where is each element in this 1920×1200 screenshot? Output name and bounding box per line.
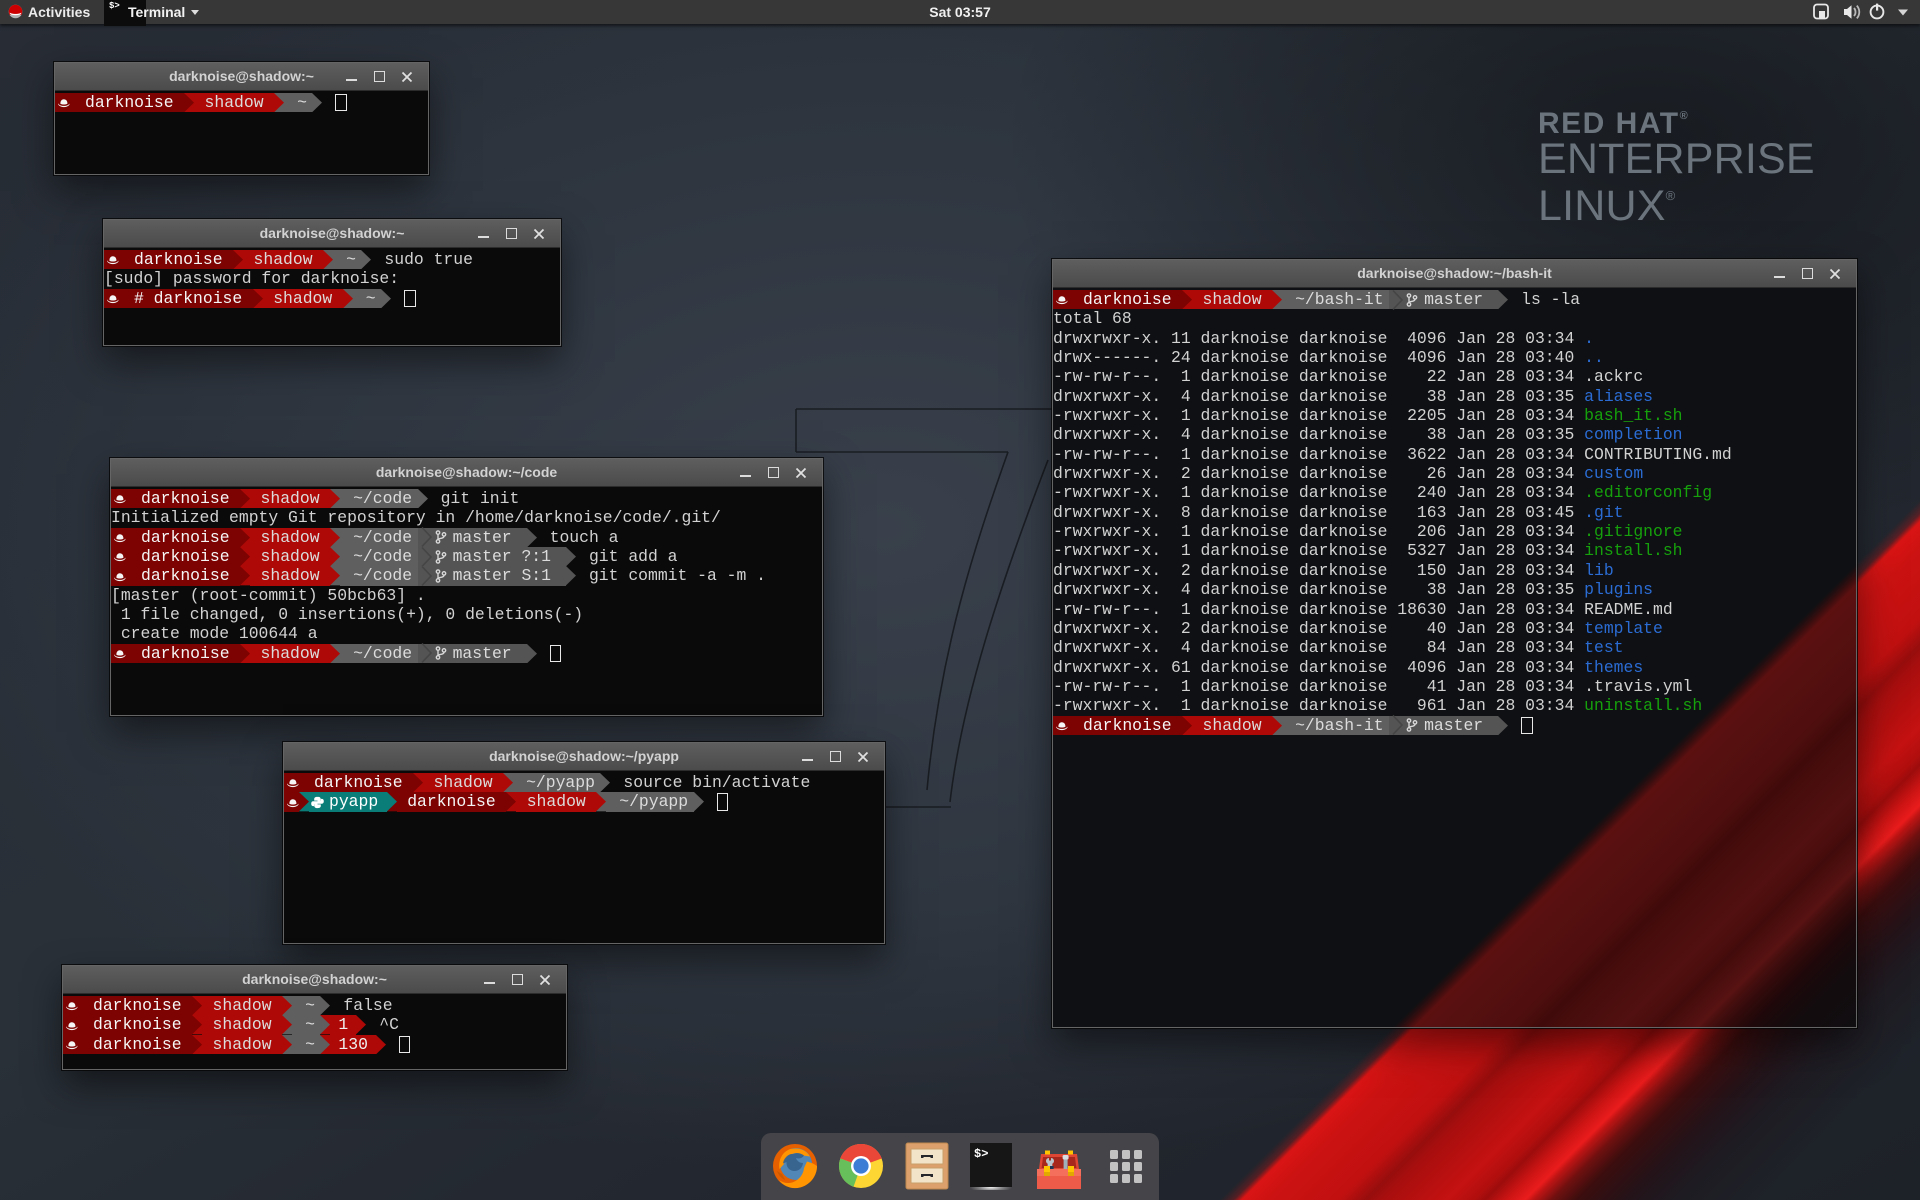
svg-text:$>: $> — [974, 1147, 988, 1161]
